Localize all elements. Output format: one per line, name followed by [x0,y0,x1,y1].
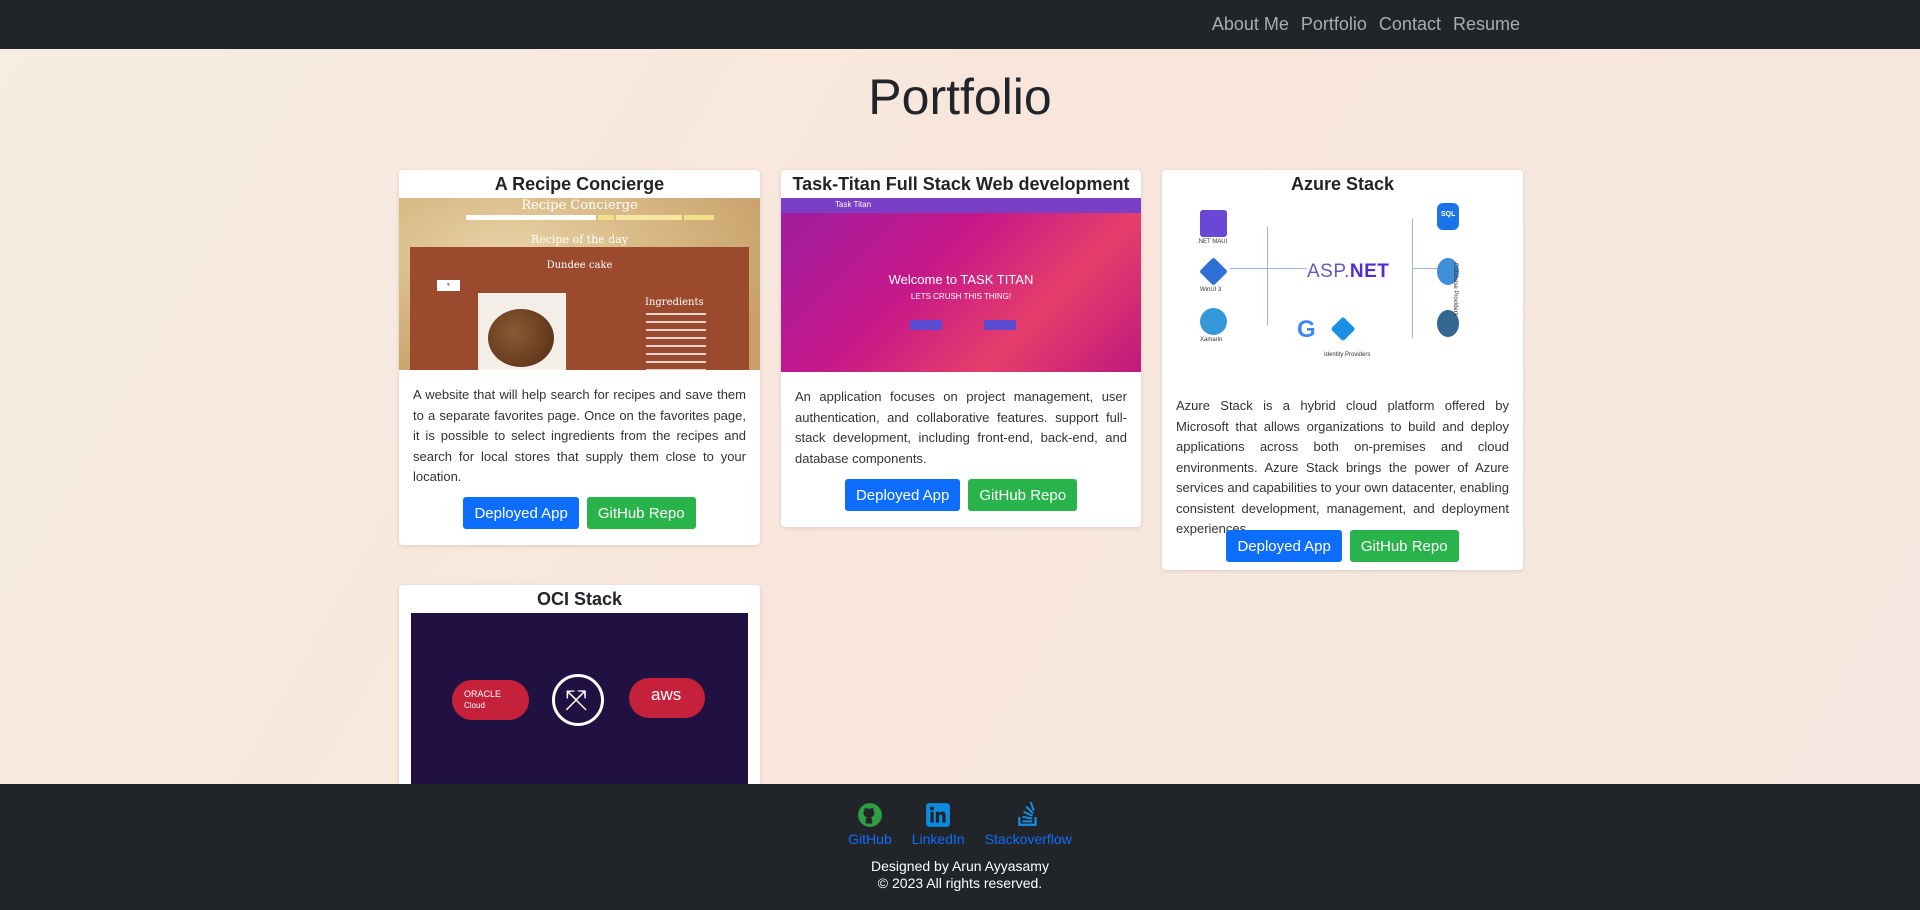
project-title: OCI Stack [536,589,623,609]
deployed-app-button[interactable]: Deployed App [1226,530,1342,562]
google-icon: G [1297,316,1316,343]
navbar: About Me Portfolio Contact Resume [0,0,1920,49]
azure-left-label: WinUI 3 [1200,287,1222,293]
project-screenshot: ORACLE Cloud ⤧ aws [411,613,748,803]
project-card-recipe: A Recipe Concierge Recipe Concierge Reci… [399,170,760,545]
azure-left-label: Xamarin [1200,337,1223,343]
task-titan-brand: Task Titan [835,200,872,209]
linkedin-link[interactable]: LinkedIn [912,802,965,847]
github-repo-button[interactable]: GitHub Repo [968,479,1078,511]
nav-resume[interactable]: Resume [1447,14,1526,35]
project-card-task-titan: Task-Titan Full Stack Web development Ta… [781,170,1141,527]
stackoverflow-label: Stackoverflow [984,831,1072,847]
nav-contact[interactable]: Contact [1373,14,1447,35]
heart-icon: ♥ [437,280,460,291]
github-label: GitHub [848,831,892,847]
project-card-azure-stack: Azure Stack .NET MAUI WinUI 3 Xamarin AS… [1162,170,1523,570]
azure-left-label: .NET MAUI [1197,239,1228,245]
project-screenshot: Task Titan Welcome to TASK TITAN LETS CR… [781,198,1141,372]
expand-arrows-icon: ⤧ [552,674,604,726]
recipe-header-text: Recipe Concierge [521,198,638,213]
github-link[interactable]: GitHub [848,802,892,847]
sql-label: SQL [1441,211,1456,218]
project-card-oci-stack: OCI Stack ORACLE Cloud ⤧ aws [399,585,760,805]
task-titan-welcome: Welcome to TASK TITAN [888,272,1034,287]
oracle-cloud-logo: ORACLE Cloud [452,680,529,720]
page-title: Portfolio [868,69,1052,125]
stackoverflow-icon [1018,802,1037,826]
nav-links: About Me Portfolio Contact Resume [1206,0,1526,49]
aspnet-logo: ASP.NET [1307,261,1390,282]
github-icon [858,803,882,827]
github-repo-button[interactable]: GitHub Repo [1349,530,1459,562]
stackoverflow-link[interactable]: Stackoverflow [985,802,1072,847]
project-description: An application focuses on project manage… [795,389,1127,466]
footer-credits: Designed by Arun Ayyasamy © 2023 All rig… [0,858,1920,892]
designed-by: Designed by Arun Ayyasamy [871,858,1049,874]
recipe-ingredients-title: Ingredients [645,297,704,308]
nav-portfolio[interactable]: Portfolio [1295,14,1373,35]
deployed-app-button[interactable]: Deployed App [463,497,579,529]
task-titan-tagline: LETS CRUSH THIS THING! [910,292,1012,301]
project-title: A Recipe Concierge [494,174,665,194]
linkedin-icon [926,803,951,827]
project-screenshot: .NET MAUI WinUI 3 Xamarin ASP.NET SQL Da… [1162,198,1523,378]
aws-logo: aws [629,678,705,718]
social-links: GitHub LinkedIn Stackoverflow [0,802,1920,847]
project-description: Azure Stack is a hybrid cloud platform o… [1176,398,1509,536]
azure-side-label: Database Providers [1452,263,1458,316]
copyright: © 2023 All rights reserved. [877,875,1043,891]
github-repo-button[interactable]: GitHub Repo [586,497,696,529]
recipe-dish-name: Dundee cake [546,260,613,271]
identity-providers-label: Identity Providers [1324,352,1371,358]
deployed-app-button[interactable]: Deployed App [844,479,961,511]
project-title: Azure Stack [1290,174,1395,194]
nav-about-me[interactable]: About Me [1206,14,1295,35]
cake-image [478,293,566,370]
linkedin-label: LinkedIn [911,831,965,847]
project-description: A website that will help search for reci… [413,387,746,484]
project-screenshot: Recipe Concierge Recipe of the day Dunde… [399,198,760,370]
project-title: Task-Titan Full Stack Web development [792,174,1130,194]
recipe-subtitle: Recipe of the day [530,233,629,246]
